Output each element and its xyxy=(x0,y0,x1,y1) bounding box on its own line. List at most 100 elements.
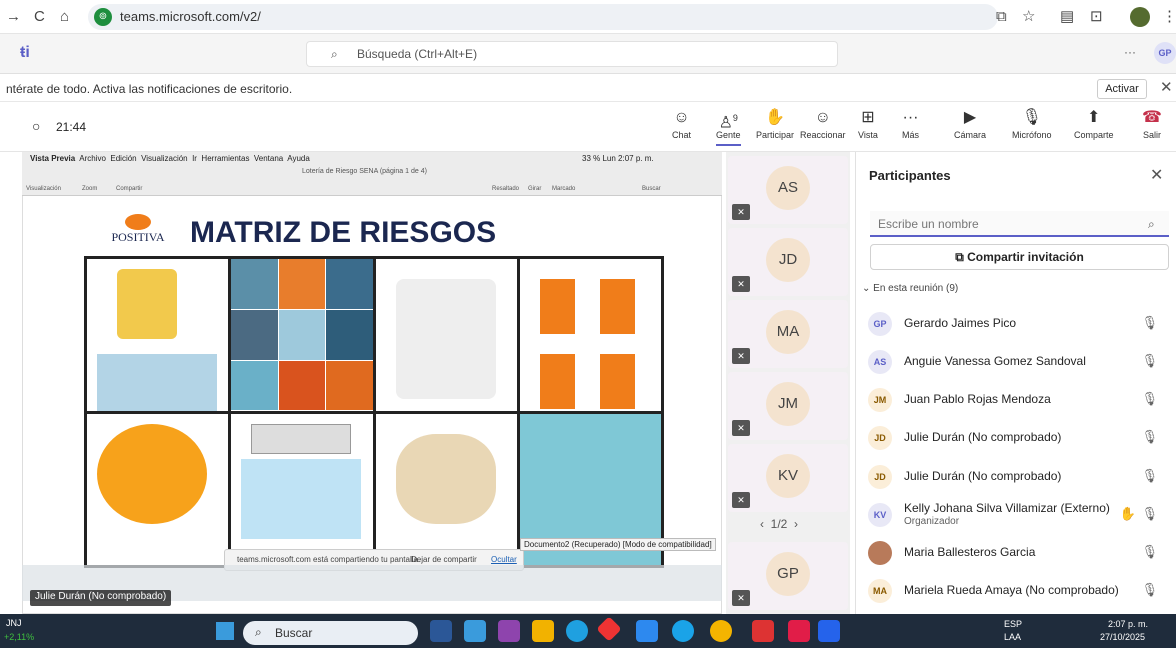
reload-icon[interactable]: C xyxy=(34,8,45,26)
avatar: JD xyxy=(868,465,892,489)
mic-off-icon: 🎙 xyxy=(1141,315,1158,330)
close-icon[interactable]: ✕ xyxy=(1160,78,1173,96)
ergonomics-image xyxy=(519,259,661,411)
notification-text: ntérate de todo. Activa las notificacion… xyxy=(6,82,293,96)
puzzle-icon[interactable]: ⊡ xyxy=(1090,8,1103,26)
video-tile[interactable]: JM ✕ xyxy=(728,372,848,440)
toolbar-label-rotate: Girar xyxy=(528,186,542,192)
file-explorer-icon[interactable] xyxy=(532,620,554,642)
mic-off-icon: ✕ xyxy=(732,204,750,220)
tooltip: Documento2 (Recuperado) [Modo de compati… xyxy=(520,538,716,551)
tile-pager[interactable]: ‹ 1/2 › xyxy=(760,517,798,531)
mic-off-icon: ✕ xyxy=(732,492,750,508)
people-button[interactable]: ♙9 Gente xyxy=(716,108,741,146)
chrome-icon[interactable] xyxy=(710,620,732,642)
video-tile[interactable]: JD ✕ xyxy=(728,228,848,296)
browser-menu-icon[interactable]: ⋮ xyxy=(1162,8,1176,26)
task-view-icon[interactable] xyxy=(430,620,452,642)
app-icon[interactable] xyxy=(818,620,840,642)
avatar: JD xyxy=(766,238,810,282)
participant-row[interactable]: Maria Ballesteros Garcia 🎙 xyxy=(868,534,1168,570)
profile-avatar[interactable] xyxy=(1130,7,1150,27)
video-tile[interactable]: GP ✕ xyxy=(728,542,848,610)
avatar: AS xyxy=(868,350,892,374)
share-button[interactable]: ⬆ Comparte xyxy=(1074,108,1114,140)
mic-off-icon: 🎙 xyxy=(1141,391,1158,406)
participant-row[interactable]: MA Mariela Rueda Amaya (No comprobado) 🎙 xyxy=(868,572,1168,608)
edge-icon[interactable] xyxy=(566,620,588,642)
windows-start-icon[interactable] xyxy=(216,622,234,640)
forward-icon[interactable]: → xyxy=(6,8,21,26)
language-indicator[interactable]: ESP xyxy=(1004,619,1022,629)
avatar: GP xyxy=(868,312,892,336)
share-icon: ⬆ xyxy=(1087,109,1101,126)
hangup-icon: ☎ xyxy=(1142,109,1162,126)
role-label: Organizador xyxy=(904,516,960,527)
react-icon: ☺ xyxy=(814,109,831,126)
section-header[interactable]: ⌄ En esta reunión (9) xyxy=(862,283,958,294)
toolbar-label-search: Buscar xyxy=(642,186,661,192)
site-info-icon[interactable]: ⊚ xyxy=(94,8,112,26)
raise-hand-icon: ✋ xyxy=(765,109,785,126)
view-button[interactable]: ⊞ Vista xyxy=(858,108,878,140)
stock-widget[interactable]: JNJ xyxy=(6,618,22,628)
chat-button[interactable]: ☺ Chat xyxy=(672,108,691,140)
mic-button[interactable]: 🎙 Micrófono xyxy=(1012,108,1052,140)
natural-disasters-image xyxy=(231,259,373,411)
video-tile[interactable]: MA ✕ xyxy=(728,300,848,368)
install-icon[interactable]: ⧉ xyxy=(996,8,1007,26)
mic-off-icon: 🎙 xyxy=(1021,109,1042,126)
home-icon[interactable]: ⌂ xyxy=(60,8,69,26)
raise-hand-button[interactable]: ✋ Participar xyxy=(756,108,794,140)
video-tile[interactable]: KV ✕ xyxy=(728,444,848,512)
chat-icon: ☺ xyxy=(673,109,690,126)
react-button[interactable]: ☺ Reaccionar xyxy=(800,108,846,140)
more-button[interactable]: ··· Más xyxy=(902,108,919,140)
mic-off-icon: 🎙 xyxy=(1141,353,1158,368)
search-icon: ⌕ xyxy=(331,47,338,61)
store-icon[interactable] xyxy=(636,620,658,642)
mic-off-icon: ✕ xyxy=(732,590,750,606)
participant-row[interactable]: JD Julie Durán (No comprobado) 🎙 xyxy=(868,419,1168,455)
mic-off-icon: ✕ xyxy=(732,348,750,364)
extension-icon[interactable]: ▤ xyxy=(1060,8,1074,26)
participant-row[interactable]: JD Julie Durán (No comprobado) 🎙 xyxy=(868,458,1168,494)
taskbar-search[interactable]: ⌕ Buscar xyxy=(243,621,418,645)
user-avatar[interactable]: GP xyxy=(1154,42,1176,64)
participant-row[interactable]: GP Gerardo Jaimes Pico 🎙 xyxy=(868,305,1168,341)
participant-row[interactable]: JM Juan Pablo Rojas Mendoza 🎙 xyxy=(868,381,1168,417)
presenter-nametag: Julie Durán (No comprobado) xyxy=(30,590,172,606)
more-icon: ··· xyxy=(902,109,919,126)
participant-search-input[interactable]: Escribe un nombre ⌕ xyxy=(870,211,1169,237)
meeting-controls xyxy=(0,102,1176,152)
search-input[interactable]: ⌕ Búsqueda (Ctrl+Alt+E) xyxy=(306,41,838,67)
stop-sharing-button[interactable]: Dejar de compartir xyxy=(411,555,477,564)
share-invite-button[interactable]: ⧉ Compartir invitación xyxy=(870,244,1169,270)
close-icon[interactable]: ✕ xyxy=(1150,165,1163,185)
more-options[interactable]: ··· xyxy=(1124,45,1136,59)
clock-time[interactable]: 2:07 p. m. xyxy=(1108,619,1148,629)
search-icon: ⌕ xyxy=(255,625,262,639)
mic-off-icon: 🎙 xyxy=(1141,544,1158,559)
browser-toolbar: → C ⌂ ⊚ teams.microsoft.com/v2/ ⧉ ☆ ▤ ⊡ … xyxy=(0,0,1176,34)
bookmark-star-icon[interactable]: ☆ xyxy=(1022,8,1035,26)
teams-logo-icon: ŧi xyxy=(20,44,30,61)
video-tile[interactable]: AS ✕ xyxy=(728,156,848,224)
app-icon[interactable] xyxy=(498,620,520,642)
document-window-title: Lotería de Riesgo SENA (página 1 de 4) xyxy=(302,168,427,175)
toolbar-label-highlight: Resaltado xyxy=(492,186,520,192)
cleaning-image xyxy=(87,259,229,411)
camera-off-icon: ▶ xyxy=(963,109,977,126)
app-icon[interactable] xyxy=(788,620,810,642)
participant-row[interactable]: AS Anguie Vanessa Gomez Sandoval 🎙 xyxy=(868,343,1168,379)
air-conditioner-image xyxy=(231,413,373,565)
office-hazards-image xyxy=(375,259,517,411)
app-icon[interactable] xyxy=(672,620,694,642)
app-icon[interactable] xyxy=(752,620,774,642)
camera-button[interactable]: ▶ Cámara xyxy=(954,108,986,140)
leave-button[interactable]: ☎ Salir xyxy=(1142,108,1162,140)
participant-row[interactable]: KV Kelly Johana Silva Villamizar (Externo… xyxy=(868,496,1168,532)
app-icon[interactable] xyxy=(464,620,486,642)
hide-link[interactable]: Ocultar xyxy=(491,555,517,564)
activate-button[interactable]: Activar xyxy=(1097,79,1147,99)
